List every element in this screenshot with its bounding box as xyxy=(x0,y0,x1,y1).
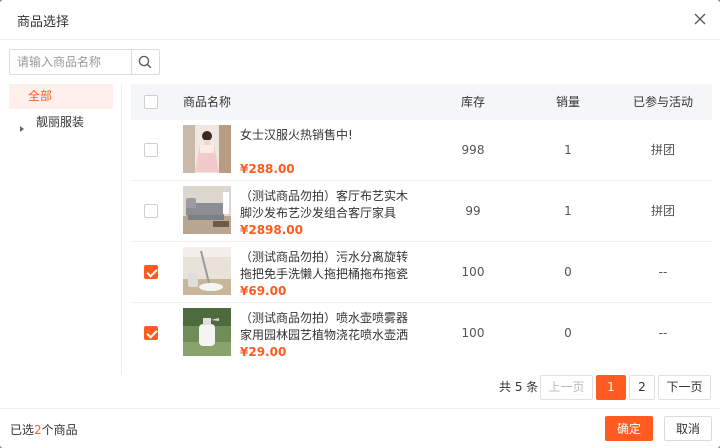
row-checkbox[interactable] xyxy=(144,265,158,279)
product-sales: 1 xyxy=(564,204,572,218)
selected-prefix: 已选 xyxy=(10,423,35,437)
product-sales: 0 xyxy=(564,265,572,279)
selected-count: 2 xyxy=(34,423,42,437)
confirm-button[interactable]: 确定 xyxy=(605,416,653,441)
product-stock: 100 xyxy=(461,265,485,279)
product-activity: 拼团 xyxy=(650,204,675,218)
pagination-total: 共 5 条 xyxy=(499,380,539,394)
category-tree: 全部 靓丽服装 xyxy=(9,84,121,135)
pagination-prev-button[interactable]: 上一页 xyxy=(540,375,593,400)
product-activity: -- xyxy=(658,326,668,340)
product-table: 商品名称 库存 销量 已参与活动 女士汉服火热销售中! ¥288.00 998 … xyxy=(131,84,712,364)
table-row: 女士汉服火热销售中! ¥288.00 998 1 拼团 xyxy=(131,120,712,181)
pagination-next-button[interactable]: 下一页 xyxy=(658,375,711,400)
table-row: （测试商品勿拍）污水分离旋转拖把免手洗懒人拖把桶拖布拖瓷砖… ¥69.00 10… xyxy=(131,242,712,303)
product-stock: 100 xyxy=(461,326,485,340)
product-price: ¥2898.00 xyxy=(240,223,304,237)
header-sales: 销量 xyxy=(555,95,580,109)
category-item[interactable]: 靓丽服装 xyxy=(9,109,121,135)
product-price: ¥69.00 xyxy=(240,284,287,298)
dialog-footer: 已选2个商品 确定 取消 xyxy=(0,408,720,448)
product-price: ¥288.00 xyxy=(240,162,295,176)
dialog-title: 商品选择 xyxy=(17,15,70,30)
product-thumbnail xyxy=(183,308,231,356)
product-stock: 998 xyxy=(461,143,485,157)
row-checkbox[interactable] xyxy=(144,143,158,157)
category-all[interactable]: 全部 xyxy=(9,84,113,109)
row-checkbox[interactable] xyxy=(144,326,158,340)
product-name: （测试商品勿拍）客厅布艺实木脚沙发布艺沙发组合客厅家具 xyxy=(240,189,409,220)
product-thumbnail xyxy=(183,125,231,173)
header-stock: 库存 xyxy=(460,95,485,109)
pagination-page-2[interactable]: 2 xyxy=(629,375,655,400)
search-box xyxy=(9,49,160,75)
product-stock: 99 xyxy=(465,204,481,218)
dialog-header: 商品选择 xyxy=(0,0,720,40)
row-checkbox[interactable] xyxy=(144,204,158,218)
category-item-label: 靓丽服装 xyxy=(36,115,85,129)
product-name: （测试商品勿拍）喷水壶喷雾器 家用园林园艺植物浇花喷水壶洒水… xyxy=(240,311,409,342)
table-row: （测试商品勿拍）客厅布艺实木脚沙发布艺沙发组合客厅家具 ¥2898.00 99 … xyxy=(131,181,712,242)
caret-right-icon[interactable] xyxy=(17,117,27,132)
cancel-button[interactable]: 取消 xyxy=(664,416,712,441)
product-activity: -- xyxy=(658,265,668,279)
product-sales: 1 xyxy=(564,143,572,157)
selected-suffix: 个商品 xyxy=(41,423,78,437)
product-thumbnail xyxy=(183,186,231,234)
close-icon[interactable] xyxy=(690,9,710,29)
product-price: ¥29.00 xyxy=(240,345,287,359)
divider xyxy=(121,84,122,374)
table-row: （测试商品勿拍）喷水壶喷雾器 家用园林园艺植物浇花喷水壶洒水… ¥29.00 1… xyxy=(131,303,712,364)
product-select-dialog: 商品选择 全部 靓丽服装 商品名称 库存 销量 已参与活动 xyxy=(0,0,720,448)
search-input[interactable] xyxy=(10,50,132,74)
product-name: （测试商品勿拍）污水分离旋转拖把免手洗懒人拖把桶拖布拖瓷砖… xyxy=(240,250,409,281)
product-name: 女士汉服火热销售中! xyxy=(240,128,353,142)
product-sales: 0 xyxy=(564,326,572,340)
select-all-checkbox[interactable] xyxy=(144,95,158,109)
header-activity: 已参与活动 xyxy=(632,95,693,109)
pagination-page-1[interactable]: 1 xyxy=(596,375,626,400)
header-name: 商品名称 xyxy=(183,95,232,109)
search-icon[interactable] xyxy=(131,50,159,74)
table-header: 商品名称 库存 销量 已参与活动 xyxy=(131,84,712,120)
selected-summary: 已选2个商品 xyxy=(10,421,78,438)
product-thumbnail xyxy=(183,247,231,295)
product-activity: 拼团 xyxy=(650,143,675,157)
